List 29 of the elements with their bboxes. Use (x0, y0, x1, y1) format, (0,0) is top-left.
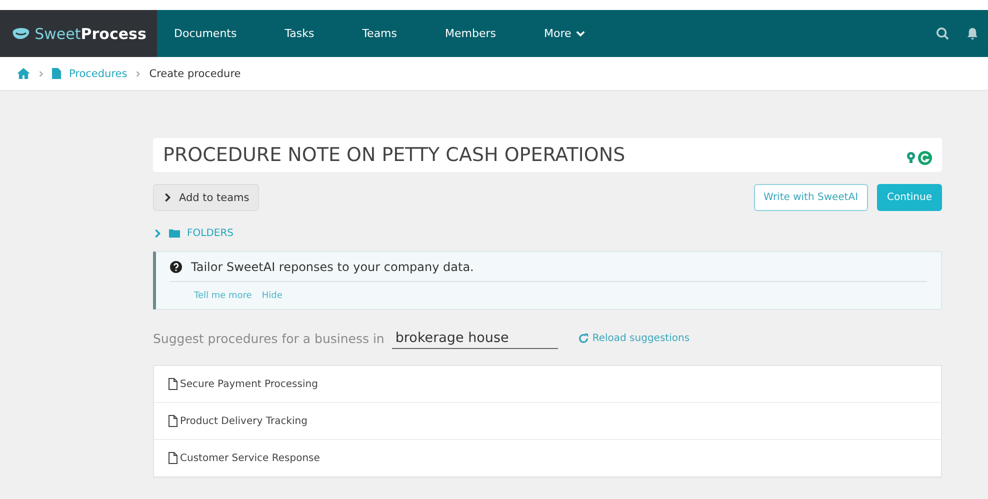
document-icon (52, 68, 61, 79)
logo-icon (10, 26, 31, 40)
suggestion-item[interactable]: Secure Payment Processing (154, 366, 941, 403)
help-icon (170, 261, 182, 273)
separator-icon (38, 70, 44, 76)
document-icon (168, 378, 178, 390)
add-to-teams-button[interactable]: Add to teams (153, 184, 260, 211)
home-icon[interactable] (17, 68, 30, 79)
business-field[interactable]: brokerage house (392, 328, 558, 349)
document-icon (168, 452, 178, 464)
grammar-icon[interactable] (918, 151, 932, 165)
title-field[interactable]: PROCEDURE NOTE ON PETTY CASH OPERATIONS (153, 138, 942, 172)
breadcrumb-current: Create procedure (149, 68, 241, 80)
nav-item[interactable]: Members (445, 27, 520, 40)
nav-item[interactable]: More (544, 27, 610, 40)
nav-item[interactable]: Teams (362, 27, 422, 40)
bulb-icon[interactable] (906, 151, 916, 165)
folder-icon (169, 229, 180, 238)
nav-item[interactable]: Tasks (284, 27, 338, 40)
info-text: Tailor SweetAI reponses to your company data. (191, 260, 474, 274)
document-icon (168, 415, 178, 427)
suggestion-item[interactable]: Product Delivery Tracking (154, 403, 941, 440)
bell-icon[interactable] (967, 27, 978, 40)
nav-item[interactable]: Documents (174, 27, 261, 40)
search-icon[interactable] (936, 27, 949, 40)
suggest-label: Suggest procedures for a business in (153, 331, 384, 346)
reload-icon (578, 333, 590, 344)
suggestion-item[interactable]: Customer Service Response (154, 440, 941, 477)
separator-icon (135, 70, 142, 76)
